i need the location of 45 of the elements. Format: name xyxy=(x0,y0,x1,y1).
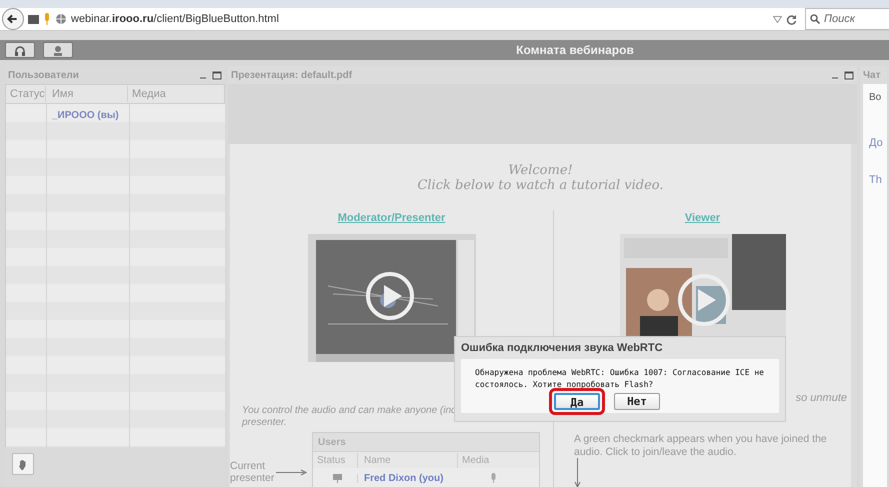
url-field[interactable]: webinar.irooo.ru/client/BigBlueButton.html xyxy=(71,10,769,28)
panel-title: Презентация: default.pdf xyxy=(231,68,354,82)
annotation-label: Current presenter xyxy=(230,460,276,485)
maximize-icon[interactable] xyxy=(844,70,854,80)
column-header[interactable]: Медиа xyxy=(128,86,166,102)
description-text: so unmute xyxy=(796,392,847,405)
chat-tab[interactable]: Во xyxy=(869,90,887,105)
person-icon xyxy=(52,44,64,56)
headset-button[interactable] xyxy=(5,42,35,58)
raise-hand-button[interactable] xyxy=(12,453,34,475)
chat-message: До xyxy=(869,136,884,151)
arrow-icon xyxy=(276,468,308,476)
user-name: Fred Dixon (you) xyxy=(363,472,444,486)
column-header: Media xyxy=(461,454,490,468)
column-header[interactable]: Статус xyxy=(6,86,46,102)
user-name[interactable]: _ИРООО (вы) xyxy=(6,104,119,123)
microphone-icon xyxy=(490,473,496,483)
dialog-message: Обнаружена проблема WebRTC: Ошибка 1007: Согласование ICE не состоялось. Хотите попробовать Flash? xyxy=(475,367,765,390)
bookmarks-icon[interactable] xyxy=(28,14,39,24)
dialog-button[interactable]: Да xyxy=(554,393,600,410)
dropdown-icon[interactable] xyxy=(773,16,782,22)
search-field[interactable]: Поиск xyxy=(805,8,889,30)
window-title: Комната вебинаров xyxy=(516,42,634,57)
panel-title: Чат xyxy=(863,68,880,82)
headset-icon xyxy=(14,44,26,56)
description-text: A green checkmark appears when you have joined the audio. Click to join/leave the audio. xyxy=(574,433,828,458)
dialog-button[interactable]: Нет xyxy=(614,393,660,410)
maximize-icon[interactable] xyxy=(212,70,222,80)
description-text: presenter. xyxy=(242,417,288,429)
dialog-title: Ошибка подключения звука WebRTC xyxy=(461,340,663,356)
column-header[interactable]: Имя xyxy=(46,86,128,102)
webcam-button[interactable] xyxy=(43,42,73,58)
back-icon[interactable] xyxy=(2,8,24,30)
tutorial-link[interactable]: Moderator/Presenter xyxy=(338,212,446,224)
hand-icon xyxy=(18,458,28,470)
welcome-text: Welcome! xyxy=(507,164,574,179)
search-icon xyxy=(810,14,820,24)
globe-icon xyxy=(55,13,67,25)
presenter-icon xyxy=(332,474,342,482)
chat-message: Th xyxy=(869,172,883,188)
welcome-text: Click below to watch a tutorial video. xyxy=(416,178,665,194)
arrow-icon xyxy=(574,458,581,487)
reload-icon[interactable] xyxy=(786,14,797,24)
panel-title: Пользователи xyxy=(8,68,80,82)
tutorial-link[interactable]: Viewer xyxy=(684,212,720,224)
